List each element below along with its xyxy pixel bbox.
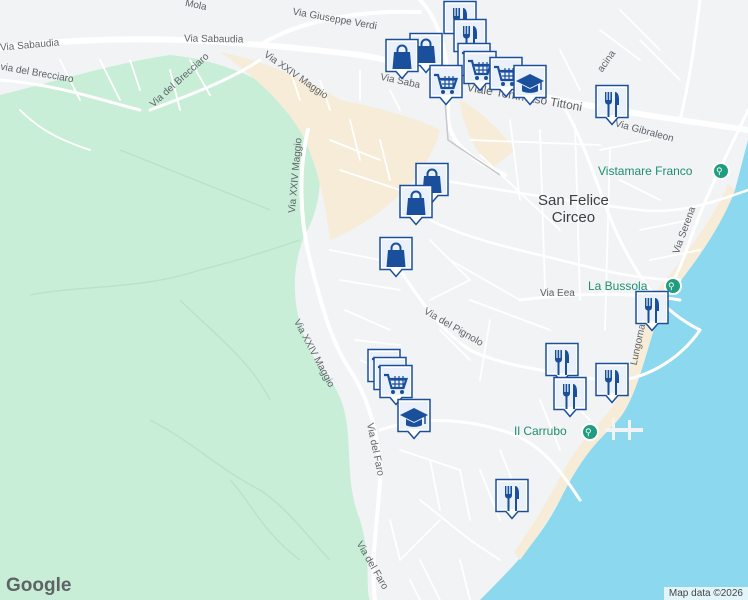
cutlery-icon bbox=[495, 478, 529, 520]
restaurant-marker[interactable] bbox=[634, 290, 670, 332]
shop-marker[interactable] bbox=[384, 38, 420, 80]
shopping-bag-icon bbox=[399, 184, 433, 226]
cutlery-icon bbox=[553, 376, 587, 418]
graduation-cap-icon bbox=[513, 64, 547, 106]
restaurant-poi-icon[interactable]: ⚲ bbox=[581, 423, 599, 441]
restaurant-marker[interactable] bbox=[552, 376, 588, 418]
school-marker[interactable] bbox=[396, 398, 432, 440]
cutlery-icon bbox=[635, 290, 669, 332]
cutlery-icon bbox=[595, 84, 629, 126]
street-label: Via Eea bbox=[540, 288, 575, 299]
supermarket-marker[interactable] bbox=[428, 64, 464, 106]
poi-label-carrubo[interactable]: Il Carrubo bbox=[514, 424, 567, 438]
school-marker[interactable] bbox=[512, 64, 548, 106]
map-attribution[interactable]: Map data ©2026 bbox=[663, 587, 748, 600]
shop-marker[interactable] bbox=[378, 236, 414, 278]
google-logo: Google bbox=[6, 575, 72, 596]
cutlery-icon bbox=[595, 362, 629, 404]
poi-label-vistamare[interactable]: Vistamare Franco bbox=[598, 164, 692, 178]
shopping-cart-icon bbox=[429, 64, 463, 106]
restaurant-marker[interactable] bbox=[494, 478, 530, 520]
town-label: San Felice Circeo bbox=[538, 192, 609, 226]
shopping-bag-icon bbox=[379, 236, 413, 278]
shopping-bag-icon bbox=[385, 38, 419, 80]
graduation-cap-icon bbox=[397, 398, 431, 440]
map-canvas[interactable]: Mola Via Giuseppe Verdi Via Sabaudia Via… bbox=[0, 0, 748, 600]
restaurant-marker[interactable] bbox=[594, 84, 630, 126]
town-label-line: Circeo bbox=[551, 209, 596, 226]
restaurant-marker[interactable] bbox=[594, 362, 630, 404]
town-label-line: San Felice bbox=[538, 192, 609, 209]
shop-marker[interactable] bbox=[398, 184, 434, 226]
restaurant-poi-icon[interactable]: ⚲ bbox=[712, 162, 730, 180]
street-label: Via Sabaudia bbox=[183, 33, 244, 46]
